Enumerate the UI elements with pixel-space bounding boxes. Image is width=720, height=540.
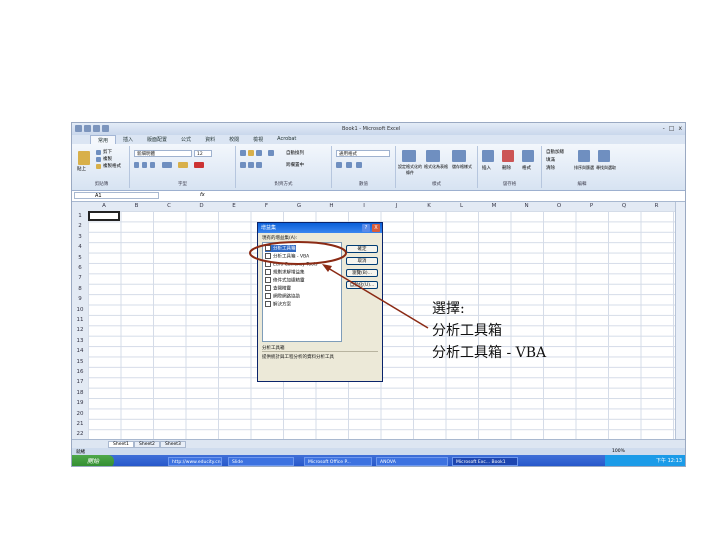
callout-line-2: 分析工具箱 [432,323,502,339]
arrowhead-icon [322,264,332,272]
callout-text: 選擇: 分析工具箱 分析工具箱 - VBA [432,298,546,364]
callout-annotation [249,241,429,329]
callout-arrow [327,267,429,329]
highlight-ellipse [249,241,347,265]
callout-line-1: 選擇: [432,301,465,317]
callout-line-3: 分析工具箱 - VBA [432,345,547,361]
